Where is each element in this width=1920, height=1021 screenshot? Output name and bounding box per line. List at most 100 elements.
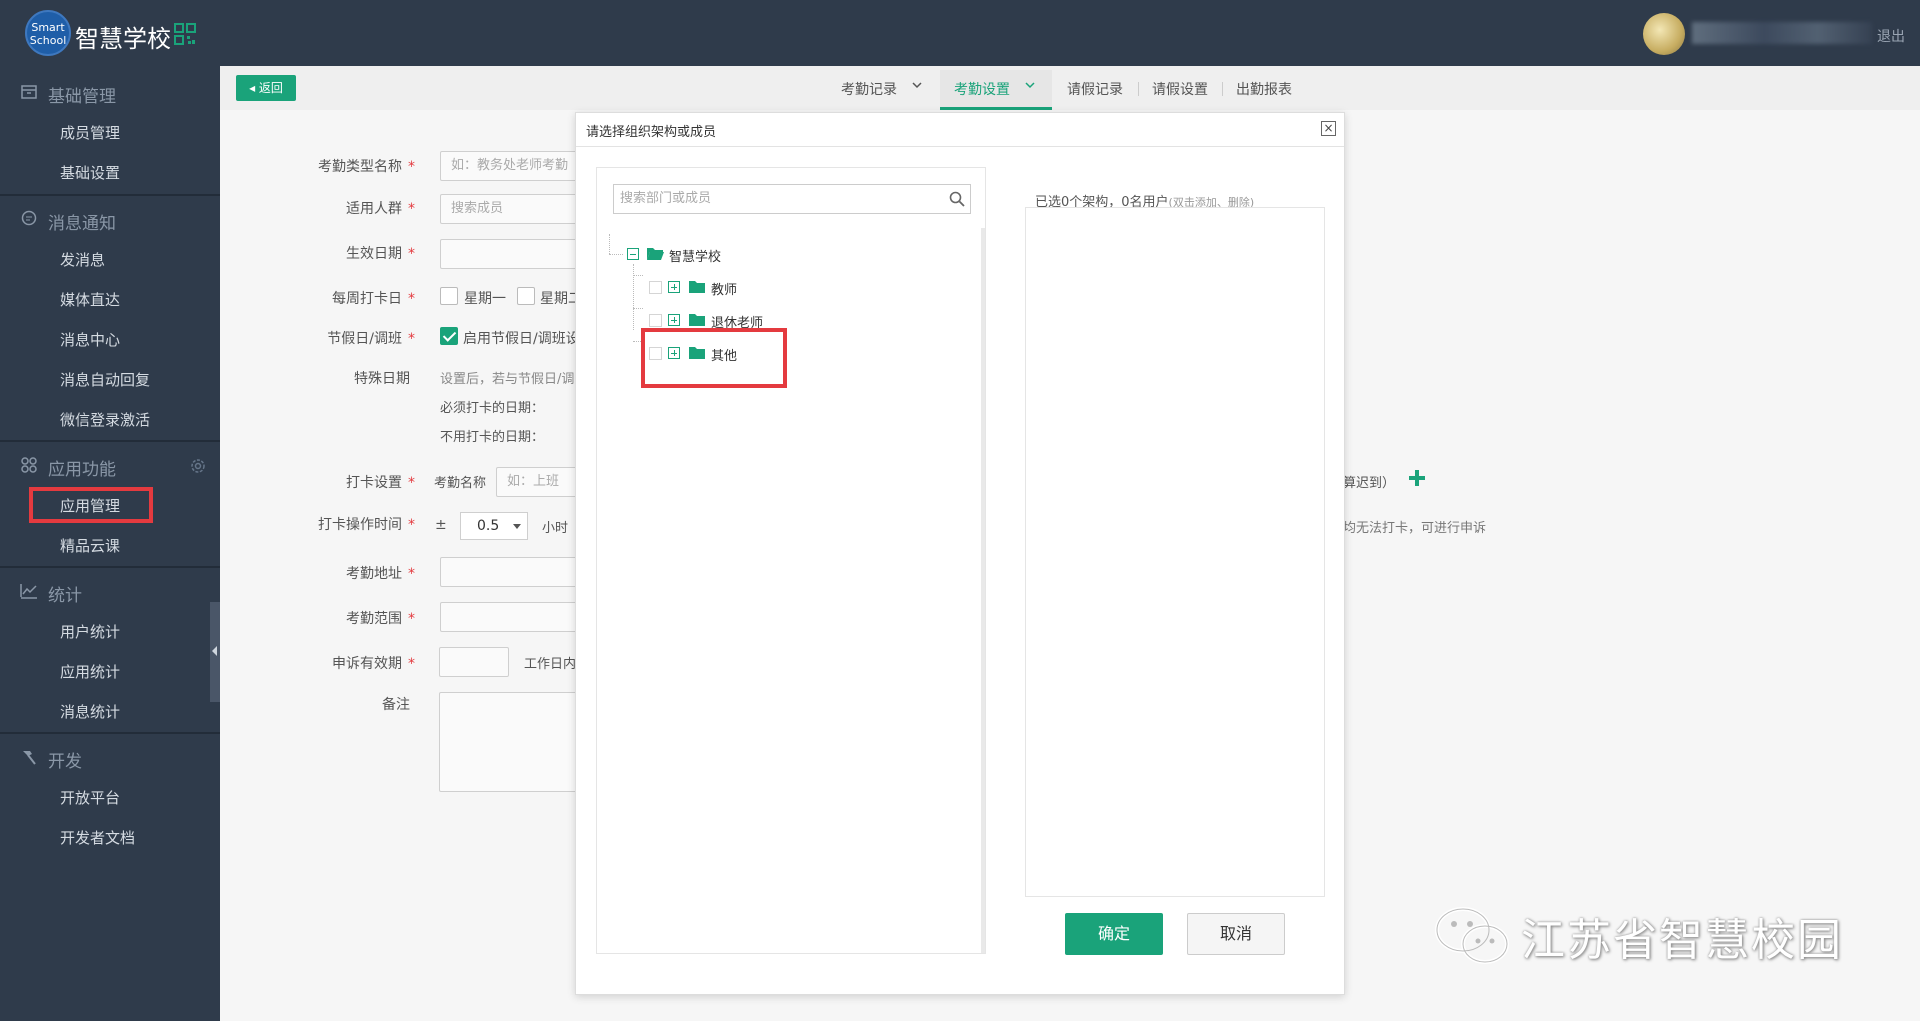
audience-label: 适用人群 * xyxy=(346,201,415,217)
sidebar-item-media[interactable]: 媒体直达 xyxy=(60,289,120,310)
audience-label-text: 适用人群 xyxy=(346,201,402,217)
tree-scrollbar[interactable] xyxy=(981,228,985,953)
sidebar: 基础管理 成员管理 基础设置 消息通知 发消息 媒体直达 消息中心 消息自动回复… xyxy=(0,66,220,1021)
plus-minus-sign: ± xyxy=(435,517,447,533)
gear-icon[interactable] xyxy=(189,457,207,475)
archive-icon xyxy=(21,85,37,99)
tab-attendance-settings[interactable]: 考勤设置 xyxy=(954,79,1010,99)
line-chart-icon xyxy=(20,584,37,599)
close-icon[interactable]: × xyxy=(1321,121,1336,136)
effective-date-input[interactable] xyxy=(440,239,580,269)
punch-setting-label-text: 打卡设置 xyxy=(346,475,402,491)
sidebar-item-message-center[interactable]: 消息中心 xyxy=(60,329,120,350)
tree-connector xyxy=(633,275,643,276)
tab-attendance-report[interactable]: 出勤报表 xyxy=(1236,79,1292,99)
tree-checkbox-retired[interactable] xyxy=(649,314,662,327)
op-time-select[interactable]: 0.5 xyxy=(460,512,528,540)
org-search-input[interactable]: 搜索部门或成员 xyxy=(613,184,971,214)
tree-node-teachers[interactable]: 教师 xyxy=(711,279,737,298)
range-label-text: 考勤范围 xyxy=(346,611,402,627)
cancel-button[interactable]: 取消 xyxy=(1187,913,1285,955)
weekday-checkbox-tue[interactable] xyxy=(517,287,535,305)
sidebar-section-label: 基础管理 xyxy=(48,87,116,107)
user-avatar[interactable] xyxy=(1643,13,1685,55)
tree-connector xyxy=(609,254,623,255)
audience-search-input[interactable]: 搜索成员 xyxy=(440,194,580,224)
sidebar-item-user-stats[interactable]: 用户统计 xyxy=(60,621,120,642)
punch-name-label: 考勤名称 xyxy=(434,476,487,491)
sidebar-item-open-platform[interactable]: 开放平台 xyxy=(60,787,120,808)
sidebar-section-basic[interactable]: 基础管理 xyxy=(0,71,220,113)
tab-leave-records[interactable]: 请假记录 xyxy=(1067,79,1123,99)
back-button[interactable]: ◂ 返回 xyxy=(236,75,296,101)
tree-connector xyxy=(633,264,634,330)
top-bar: Smart School 智慧学校 退出 xyxy=(0,0,1920,66)
wechat-watermark: 江苏省智慧校园 xyxy=(1433,900,1873,970)
remark-label: 备注 xyxy=(382,697,410,713)
user-name-blurred xyxy=(1692,22,1872,44)
tree-checkbox-teachers[interactable] xyxy=(649,281,662,294)
weekly-label-text: 每周打卡日 xyxy=(332,291,402,307)
dialog-title: 请选择组织架构或成员 xyxy=(586,125,717,140)
sidebar-section-stats[interactable]: 统计 xyxy=(0,570,220,612)
selected-list[interactable] xyxy=(1025,207,1325,897)
must-punch-date-label: 必须打卡的日期： xyxy=(440,401,545,416)
sidebar-item-dev-docs[interactable]: 开发者文档 xyxy=(60,827,135,848)
search-icon[interactable] xyxy=(948,190,966,208)
sidebar-section-messages[interactable]: 消息通知 xyxy=(0,198,220,240)
org-tree-pane: 搜索部门或成员 智慧学校 教师 退休老师 其他 xyxy=(596,167,986,954)
hammer-icon xyxy=(23,751,36,765)
sidebar-section-dev[interactable]: 开发 xyxy=(0,736,220,778)
op-time-label-text: 打卡操作时间 xyxy=(318,517,402,533)
app-title: 智慧学校 xyxy=(75,25,171,53)
sidebar-item-message-stats[interactable]: 消息统计 xyxy=(60,701,120,722)
sidebar-item-wechat-activation[interactable]: 微信登录激活 xyxy=(60,409,150,430)
tree-connector xyxy=(633,308,643,309)
weekday-checkbox-mon[interactable] xyxy=(440,287,458,305)
tab-separator xyxy=(1222,82,1223,96)
holiday-label-text: 节假日/调班 xyxy=(327,331,402,347)
tab-leave-settings[interactable]: 请假设置 xyxy=(1152,79,1208,99)
holiday-checkbox[interactable] xyxy=(440,327,458,345)
sidebar-section-apps[interactable]: 应用功能 xyxy=(0,444,220,486)
sidebar-collapse-handle[interactable] xyxy=(210,602,220,702)
address-label-text: 考勤地址 xyxy=(346,566,402,582)
tree-expand-toggle[interactable] xyxy=(668,314,680,326)
confirm-button[interactable]: 确定 xyxy=(1065,913,1163,955)
chat-bubble-icon xyxy=(21,210,37,226)
logout-link[interactable]: 退出 xyxy=(1877,26,1905,46)
appeal-label-text: 申诉有效期 xyxy=(332,656,402,672)
sidebar-section-label: 统计 xyxy=(48,586,82,606)
sidebar-section-label: 消息通知 xyxy=(48,214,116,234)
chevron-down-icon[interactable] xyxy=(912,80,922,90)
sidebar-divider xyxy=(0,732,220,734)
appeal-days-input[interactable] xyxy=(439,647,509,677)
type-name-label-text: 考勤类型名称 xyxy=(318,159,402,175)
tree-collapse-toggle[interactable] xyxy=(627,248,639,260)
tree-node-root[interactable]: 智慧学校 xyxy=(669,246,721,265)
tree-expand-toggle[interactable] xyxy=(668,281,680,293)
highlight-box-app-management xyxy=(29,487,153,523)
appeal-label: 申诉有效期 * xyxy=(332,656,415,672)
punch-setting-label: 打卡设置 * xyxy=(346,475,415,491)
hour-unit: 小时 xyxy=(542,521,569,536)
sidebar-item-send-message[interactable]: 发消息 xyxy=(60,249,105,270)
sidebar-item-auto-reply[interactable]: 消息自动回复 xyxy=(60,369,150,390)
type-name-input[interactable]: 如：教务处老师考勤 xyxy=(440,151,580,181)
add-plus-icon[interactable] xyxy=(1408,469,1426,487)
remark-textarea[interactable] xyxy=(439,692,579,792)
chevron-down-icon[interactable] xyxy=(1025,80,1035,90)
sidebar-item-app-stats[interactable]: 应用统计 xyxy=(60,661,120,682)
range-input[interactable] xyxy=(440,602,580,632)
sidebar-item-members[interactable]: 成员管理 xyxy=(60,122,120,143)
holiday-option-label: 启用节假日/调班设 xyxy=(463,331,580,347)
tab-attendance-records[interactable]: 考勤记录 xyxy=(841,79,897,99)
back-label: 返回 xyxy=(258,81,283,95)
apps-grid-icon xyxy=(21,457,37,473)
op-time-value: 0.5 xyxy=(477,518,500,534)
address-input[interactable] xyxy=(440,557,580,587)
punch-name-input[interactable]: 如：上班 xyxy=(496,467,580,497)
qr-code-icon[interactable] xyxy=(174,23,196,45)
sidebar-item-cloud-course[interactable]: 精品云课 xyxy=(60,535,120,556)
sidebar-item-basic-settings[interactable]: 基础设置 xyxy=(60,162,120,183)
